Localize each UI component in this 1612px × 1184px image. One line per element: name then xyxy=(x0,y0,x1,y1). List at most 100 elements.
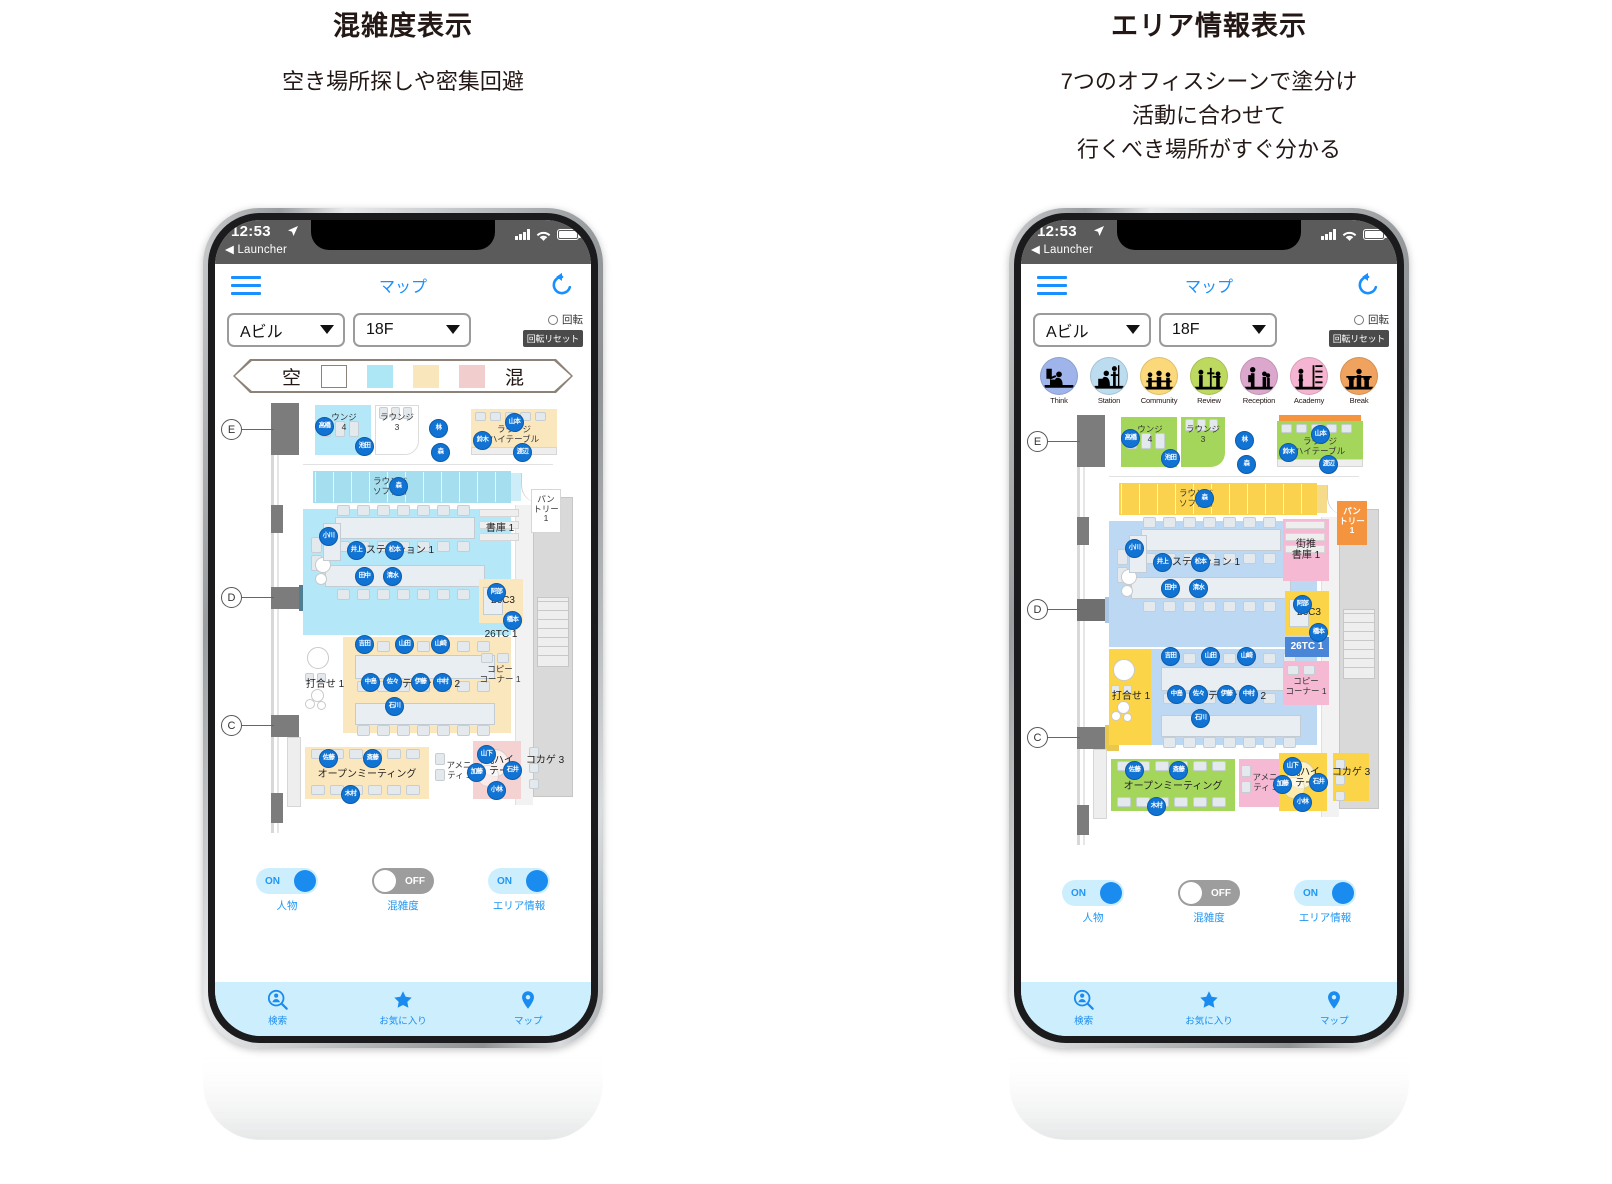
person-pin[interactable]: 山田 xyxy=(1201,647,1220,666)
person-pin[interactable]: 森 xyxy=(431,443,450,462)
person-pin[interactable]: 木村 xyxy=(1147,797,1166,816)
person-pin[interactable]: 森 xyxy=(389,477,408,496)
toggle-switch-エリア情報[interactable]: ON xyxy=(1294,880,1356,906)
person-pin[interactable]: 鈴木 xyxy=(473,431,492,450)
person-pin[interactable]: 森 xyxy=(1237,455,1256,474)
person-pin[interactable]: 渡辺 xyxy=(513,443,532,462)
person-pin[interactable]: 山崎 xyxy=(1237,647,1256,666)
person-pin[interactable]: 斎藤 xyxy=(363,749,382,768)
person-pin[interactable]: 高橋 xyxy=(1121,429,1140,448)
person-pin[interactable]: 石川 xyxy=(385,697,404,716)
scene-item-reception[interactable]: Reception xyxy=(1237,357,1281,405)
person-pin[interactable]: 石井 xyxy=(1309,773,1328,792)
reload-icon[interactable] xyxy=(549,272,575,298)
scene-item-break[interactable]: Break xyxy=(1337,357,1381,405)
person-pin[interactable]: 林 xyxy=(1235,431,1254,450)
person-pin[interactable]: 吉田 xyxy=(355,635,374,654)
person-pin[interactable]: 山崎 xyxy=(431,635,450,654)
scene-item-think[interactable]: Think xyxy=(1037,357,1081,405)
person-pin[interactable]: 斎藤 xyxy=(1169,761,1188,780)
floor-select[interactable]: 18F xyxy=(1159,312,1277,347)
person-search-icon[interactable] xyxy=(228,988,328,1012)
person-pin[interactable]: 阿部 xyxy=(1293,595,1312,614)
person-pin[interactable]: 山田 xyxy=(395,635,414,654)
person-pin[interactable]: 山下 xyxy=(477,745,496,764)
tab-検索[interactable]: 検索 xyxy=(1034,988,1134,1027)
person-pin[interactable]: 林 xyxy=(429,419,448,438)
person-pin[interactable]: 山下 xyxy=(1283,757,1302,776)
community-scene-icon[interactable] xyxy=(1140,357,1178,395)
review-scene-icon[interactable] xyxy=(1190,357,1228,395)
person-pin[interactable]: 橋本 xyxy=(503,611,522,630)
person-pin[interactable]: 吉田 xyxy=(1161,647,1180,666)
person-pin[interactable]: 石川 xyxy=(1191,709,1210,728)
person-pin[interactable]: 小川 xyxy=(319,527,338,546)
person-pin[interactable]: 加藤 xyxy=(1273,775,1292,794)
tab-マップ[interactable]: マップ xyxy=(1284,988,1384,1027)
person-pin[interactable]: 佐藤 xyxy=(319,749,338,768)
building-select[interactable]: Aビル xyxy=(1033,312,1151,347)
tab-お気に入り[interactable]: お気に入り xyxy=(353,988,453,1027)
rotate-toggle[interactable]: 回転 xyxy=(1329,312,1389,327)
person-pin[interactable]: 小川 xyxy=(1125,539,1144,558)
person-pin[interactable]: 田中 xyxy=(1161,579,1180,598)
person-pin[interactable]: 佐々 xyxy=(1189,685,1208,704)
person-search-icon[interactable] xyxy=(1034,988,1134,1012)
person-pin[interactable]: 鈴木 xyxy=(1279,443,1298,462)
person-pin[interactable]: 中島 xyxy=(1167,685,1186,704)
person-pin[interactable]: 山本 xyxy=(1311,425,1330,444)
person-pin[interactable]: 佐々 xyxy=(383,673,402,692)
tab-検索[interactable]: 検索 xyxy=(228,988,328,1027)
person-pin[interactable]: 高橋 xyxy=(315,417,334,436)
floor-select[interactable]: 18F xyxy=(353,312,471,347)
floor-map-canvas[interactable]: ウンジ 4ラウンジ 3ラウンジ ハイテーブルラウンジ ソファ席ステーション 1ス… xyxy=(215,397,591,852)
person-pin[interactable]: 阿部 xyxy=(487,583,506,602)
person-pin[interactable]: 中村 xyxy=(433,673,452,692)
tab-お気に入り[interactable]: お気に入り xyxy=(1159,988,1259,1027)
hamburger-menu-icon[interactable] xyxy=(231,275,261,295)
person-pin[interactable]: 松本 xyxy=(385,541,404,560)
toggle-switch-エリア情報[interactable]: ON xyxy=(488,868,550,894)
think-scene-icon[interactable] xyxy=(1040,357,1078,395)
person-pin[interactable]: 小林 xyxy=(487,781,506,800)
person-pin[interactable]: 加藤 xyxy=(467,763,486,782)
person-pin[interactable]: 池田 xyxy=(355,437,374,456)
person-pin[interactable]: 清水 xyxy=(383,567,402,586)
person-pin[interactable]: 橋本 xyxy=(1309,623,1328,642)
person-pin[interactable]: 渡辺 xyxy=(1319,455,1338,474)
person-pin[interactable]: 井上 xyxy=(1153,553,1172,572)
person-pin[interactable]: 小林 xyxy=(1293,793,1312,812)
person-pin[interactable]: 木村 xyxy=(341,785,360,804)
person-pin[interactable]: 石井 xyxy=(503,761,522,780)
building-select[interactable]: Aビル xyxy=(227,312,345,347)
map-pin-icon[interactable] xyxy=(1284,988,1384,1012)
map-pin-icon[interactable] xyxy=(478,988,578,1012)
back-to-launcher[interactable]: ◀ Launcher xyxy=(1031,242,1093,256)
person-pin[interactable]: 山本 xyxy=(505,413,524,432)
toggle-switch-混雑度[interactable]: OFF xyxy=(1178,880,1240,906)
person-pin[interactable]: 佐藤 xyxy=(1125,761,1144,780)
scene-item-station[interactable]: Station xyxy=(1087,357,1131,405)
star-icon[interactable] xyxy=(353,988,453,1012)
person-pin[interactable]: 田中 xyxy=(355,567,374,586)
star-icon[interactable] xyxy=(1159,988,1259,1012)
hamburger-menu-icon[interactable] xyxy=(1037,275,1067,295)
floor-map-canvas[interactable]: ウンジ 4ラウンジ 3ラウンジ ハイテーブルラウンジ ソファ席ステーション 1ス… xyxy=(1021,409,1397,864)
person-pin[interactable]: 伊藤 xyxy=(1217,685,1236,704)
toggle-switch-人物[interactable]: ON xyxy=(1062,880,1124,906)
rotate-reset-button[interactable]: 回転リセット xyxy=(522,330,583,347)
back-to-launcher[interactable]: ◀ Launcher xyxy=(225,242,287,256)
reload-icon[interactable] xyxy=(1355,272,1381,298)
scene-item-review[interactable]: Review xyxy=(1187,357,1231,405)
person-pin[interactable]: 清水 xyxy=(1189,579,1208,598)
person-pin[interactable]: 中村 xyxy=(1239,685,1258,704)
break-scene-icon[interactable] xyxy=(1340,357,1378,395)
rotate-reset-button[interactable]: 回転リセット xyxy=(1328,330,1389,347)
person-pin[interactable]: 森 xyxy=(1195,489,1214,508)
tab-マップ[interactable]: マップ xyxy=(478,988,578,1027)
scene-item-community[interactable]: Community xyxy=(1137,357,1181,405)
toggle-switch-人物[interactable]: ON xyxy=(256,868,318,894)
person-pin[interactable]: 池田 xyxy=(1161,449,1180,468)
scene-item-academy[interactable]: Academy xyxy=(1287,357,1331,405)
rotate-toggle[interactable]: 回転 xyxy=(523,312,583,327)
